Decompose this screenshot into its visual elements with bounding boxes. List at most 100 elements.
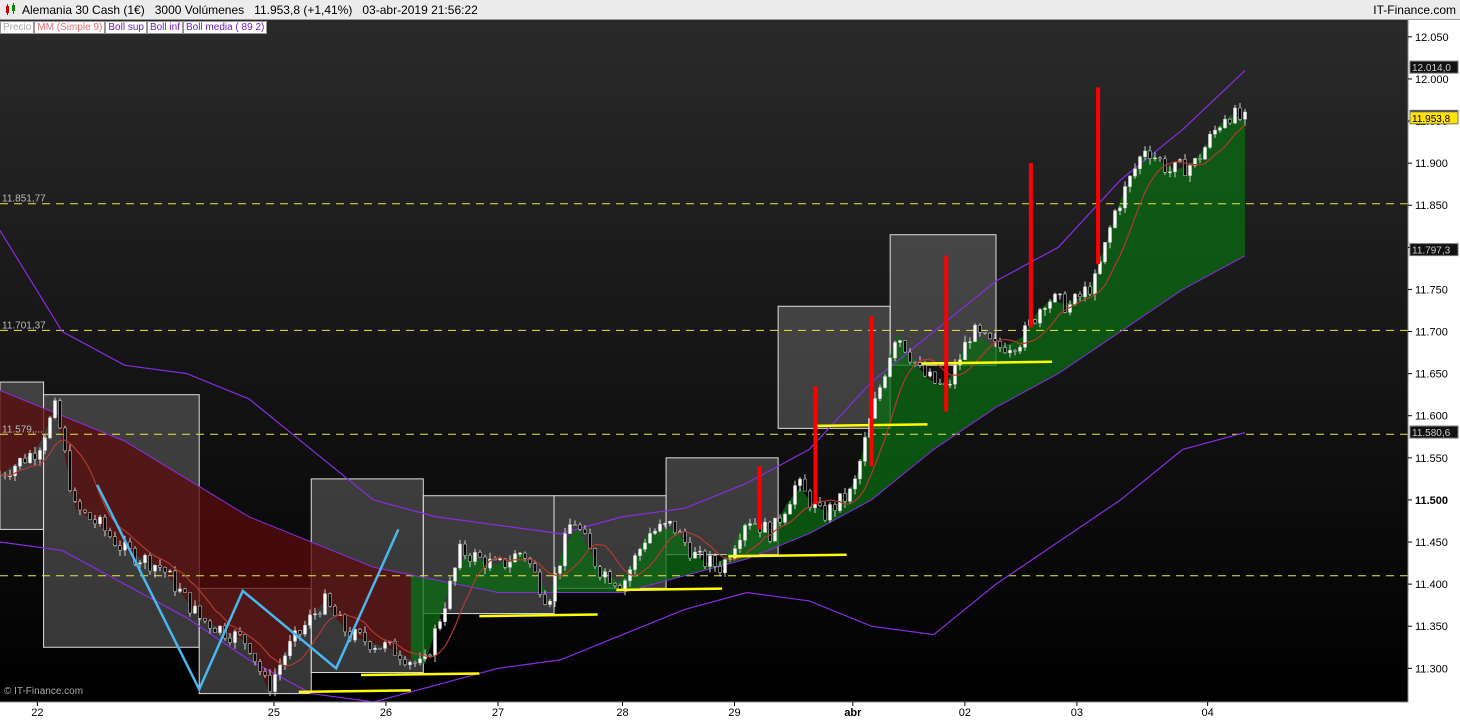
candle-body [113, 536, 117, 546]
legend-item-boll-upper[interactable]: Boll sup [105, 21, 147, 34]
support-line [298, 689, 411, 694]
candle-body [668, 520, 672, 524]
candle-body [698, 550, 702, 553]
candle-body [973, 324, 977, 342]
candle-body [418, 658, 422, 664]
candle-body [1003, 347, 1007, 354]
candle-body [1243, 111, 1247, 120]
candle-body [643, 542, 647, 550]
candle-body [273, 674, 277, 692]
candle-body [398, 655, 402, 660]
candle-body [1188, 165, 1192, 176]
support-line [479, 613, 598, 618]
price-axis: 12.05012.00011.95011.90011.85011.80011.7… [1407, 20, 1460, 720]
candle-body [563, 533, 567, 567]
candle-body [1093, 273, 1097, 295]
candle-body [118, 545, 122, 551]
candle-body [833, 504, 837, 511]
candle-body [323, 593, 327, 615]
candle-body [108, 530, 112, 537]
candle-body [928, 371, 932, 377]
candle-body [533, 563, 537, 573]
candle-body [198, 605, 202, 619]
time-tick-label: abr [844, 707, 862, 719]
price-tick-label: 12.050 [1415, 32, 1449, 44]
support-line [728, 553, 847, 558]
candle-body [213, 628, 217, 633]
legend-item-boll-lower[interactable]: Boll inf [146, 21, 183, 34]
candle-body [308, 614, 312, 626]
plot-area[interactable]: 11.851,77 11.701,37 11.579,... © IT-Finance… [0, 20, 1408, 703]
candle-body [873, 398, 877, 419]
candle-body [1148, 150, 1152, 159]
price-tick-label: 12.000 [1415, 74, 1449, 86]
price-tag-label: 11.953,8 [1412, 114, 1451, 125]
candle-body [1213, 129, 1217, 135]
candle-body [278, 664, 282, 675]
candle-body [1013, 350, 1017, 352]
candle-body [158, 565, 162, 568]
candle-body [168, 570, 172, 573]
candle-body [38, 450, 42, 460]
legend-item-sma9[interactable]: MM (Simple 9) [34, 21, 106, 34]
support-line [921, 360, 1053, 365]
candle-body [333, 605, 337, 616]
candle-body [1223, 119, 1227, 129]
candle-body [203, 618, 207, 622]
candle-body [193, 605, 197, 614]
candle-body [148, 555, 152, 572]
price-chart[interactable]: 11.851,77 11.701,37 11.579,... © IT-Finance… [0, 20, 1460, 720]
candle-body [373, 647, 377, 650]
candle-body [48, 417, 52, 439]
candle-body [453, 567, 457, 582]
candle-body [513, 553, 517, 563]
candle-body [1078, 293, 1082, 297]
candle-body [808, 490, 812, 509]
candle-body [1108, 227, 1112, 243]
candle-body [693, 551, 697, 559]
price-tick-label: 11.500 [1415, 495, 1448, 507]
support-line [361, 672, 480, 677]
candle-body [1218, 127, 1222, 131]
candle-body [1238, 107, 1242, 120]
candle-body [963, 341, 967, 360]
candle-body [688, 542, 692, 559]
candle-body [883, 376, 887, 388]
candle-body [1133, 168, 1137, 177]
candle-body [748, 523, 752, 526]
candle-body [613, 583, 617, 586]
candle-body [403, 659, 407, 665]
candle-body [233, 631, 237, 643]
candle-body [253, 653, 257, 662]
candle-body [298, 630, 302, 635]
candle-body [18, 457, 22, 467]
candle-body [1048, 301, 1052, 309]
candle-body [1103, 242, 1107, 263]
legend-item-price[interactable]: Precio [0, 21, 35, 34]
candle-body [313, 613, 317, 616]
candle-body [573, 524, 577, 526]
candle-body [1053, 293, 1057, 303]
candle-body [1113, 210, 1117, 228]
candle-body [1158, 157, 1162, 160]
candle-body [718, 566, 722, 573]
price-tick-label: 11.900 [1415, 158, 1448, 170]
candle-body [553, 573, 557, 602]
candle-body [433, 628, 437, 656]
candle-body [578, 524, 582, 530]
candle-body [378, 647, 382, 650]
candle-body [858, 461, 862, 480]
candle-body [633, 555, 637, 570]
legend-item-boll-mid[interactable]: Boll media ( 89 2) [182, 21, 268, 34]
time-tick-label: 26 [380, 707, 392, 719]
candle-body [1073, 293, 1077, 305]
candle-body [948, 383, 952, 386]
candle-body [523, 552, 527, 559]
price-tick-label: 11.650 [1415, 369, 1448, 381]
candle-body [153, 565, 157, 572]
candle-body [783, 513, 787, 523]
candle-body [328, 593, 332, 607]
price-tag-label: 12.014,0 [1412, 63, 1451, 74]
candle-body [1018, 347, 1022, 352]
candle-body [303, 624, 307, 635]
